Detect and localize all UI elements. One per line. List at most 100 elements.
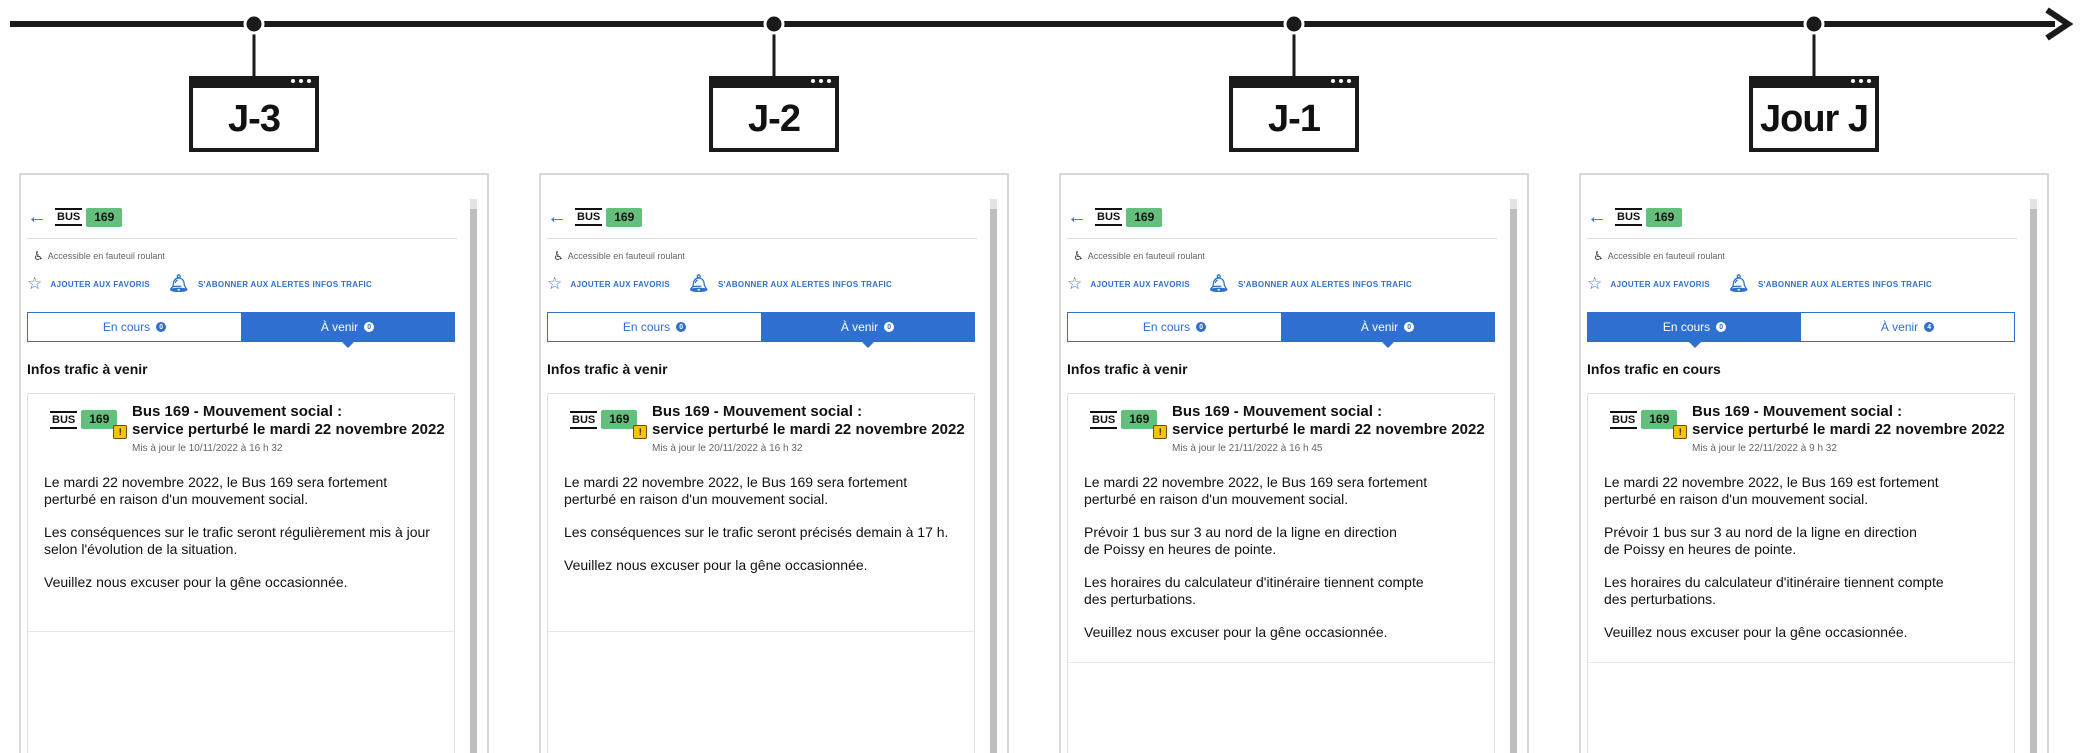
scrollbar-thumb[interactable] (2030, 209, 2037, 753)
tab-en-cours[interactable]: En cours 0 (548, 313, 761, 341)
traffic-tabs: En cours 0 À venir 0 (547, 312, 975, 348)
card-line-badges: BUS 169! (1604, 410, 1688, 439)
divider (27, 238, 457, 239)
tab-en-cours[interactable]: En cours 0 (1588, 313, 1801, 348)
tab-a-venir[interactable]: À venir 0 (241, 313, 454, 348)
stage-label-text: Jour J (1759, 97, 1869, 140)
traffic-alert-card[interactable]: BUS 169! Bus 169 - Mouvement social : serv… (27, 393, 455, 753)
tab-count-badge: 4 (1924, 322, 1935, 332)
tab-a-venir[interactable]: À venir 0 (1281, 313, 1494, 348)
timeline-marker (1283, 13, 1305, 35)
arrow-left-icon[interactable]: ← (27, 207, 49, 227)
card-paragraph: Veuillez nous excuser pour la gêne occas… (44, 574, 348, 590)
line-actions: ☆ AJOUTER AUX FAVORIS 🔔︎ S'ABONNER AUX ALER… (1067, 275, 1430, 292)
traffic-alert-card[interactable]: BUS 169! Bus 169 - Mouvement social : serv… (1067, 393, 1495, 753)
traffic-info-screen: ← BUS 169 ♿ Accessible en fauteuil roulant ☆ A… (1059, 173, 1529, 753)
line-number-badge: 169 (86, 207, 123, 227)
tab-a-venir[interactable]: À venir 4 (1801, 313, 2014, 341)
section-title: Infos trafic à venir (547, 361, 668, 377)
traffic-tabs: En cours 0 À venir 0 (27, 312, 455, 348)
bell-icon[interactable]: 🔔︎ (688, 275, 710, 292)
star-icon[interactable]: ☆ (1067, 275, 1083, 292)
scrollbar-thumb[interactable] (1510, 209, 1517, 753)
card-paragraph: Le mardi 22 novembre 2022, le Bus 169 es… (1604, 474, 1939, 507)
tab-count-badge: 0 (364, 322, 375, 332)
star-icon[interactable]: ☆ (1587, 275, 1603, 292)
tab-label: À venir (320, 320, 359, 334)
add-favorite-button[interactable]: AJOUTER AUX FAVORIS (1611, 280, 1711, 289)
alert-updated-time: Mis à jour le 22/11/2022 à 9 h 32 (1692, 443, 1837, 454)
card-paragraph: Le mardi 22 novembre 2022, le Bus 169 se… (1084, 474, 1428, 507)
traffic-alert-card[interactable]: BUS 169! Bus 169 - Mouvement social : serv… (1587, 393, 2015, 753)
scrollbar[interactable] (2030, 199, 2037, 753)
tab-label: À venir (1880, 320, 1919, 334)
warning-icon: ! (633, 425, 648, 439)
alert-body: Le mardi 22 novembre 2022, le Bus 169 se… (1084, 474, 1484, 657)
tab-en-cours[interactable]: En cours 0 (1068, 313, 1281, 341)
add-favorite-button[interactable]: AJOUTER AUX FAVORIS (571, 280, 671, 289)
divider (548, 631, 974, 632)
divider (1588, 662, 2014, 663)
star-icon[interactable]: ☆ (27, 275, 43, 292)
line-header: ← BUS 169 (1587, 205, 2017, 229)
tab-label: À venir (840, 320, 879, 334)
timeline-marker (243, 13, 265, 35)
subscribe-alerts-button[interactable]: S'ABONNER AUX ALERTES INFOS TRAFIC (198, 280, 372, 289)
subscribe-alerts-button[interactable]: S'ABONNER AUX ALERTES INFOS TRAFIC (1758, 280, 1932, 289)
accessibility-info: ♿ Accessible en fauteuil roulant (1073, 249, 1205, 263)
tab-en-cours[interactable]: En cours 0 (28, 313, 241, 341)
bell-icon[interactable]: 🔔︎ (168, 275, 190, 292)
traffic-info-screen: ← BUS 169 ♿ Accessible en fauteuil roulant ☆ A… (539, 173, 1009, 753)
line-header: ← BUS 169 (1067, 205, 1497, 229)
scrollbar-thumb[interactable] (470, 209, 477, 753)
card-paragraph: Prévoir 1 bus sur 3 au nord de la ligne … (1604, 524, 1917, 557)
tab-label: En cours (1662, 320, 1711, 334)
stage-label: J-3 (189, 76, 319, 152)
tab-label: À venir (1360, 320, 1399, 334)
divider (547, 238, 977, 239)
subscribe-alerts-button[interactable]: S'ABONNER AUX ALERTES INFOS TRAFIC (718, 280, 892, 289)
wheelchair-icon: ♿ (553, 249, 564, 263)
traffic-tabs: En cours 0 À venir 4 (1587, 312, 2015, 348)
arrow-left-icon[interactable]: ← (1067, 207, 1089, 227)
accessibility-label: Accessible en fauteuil roulant (567, 251, 685, 261)
scrollbar-thumb[interactable] (990, 209, 997, 753)
add-favorite-button[interactable]: AJOUTER AUX FAVORIS (1091, 280, 1191, 289)
bus-mode-badge: BUS (570, 410, 598, 429)
card-line-badges: BUS 169! (44, 410, 128, 439)
scrollbar[interactable] (990, 199, 997, 753)
add-favorite-button[interactable]: AJOUTER AUX FAVORIS (51, 280, 151, 289)
scrollbar[interactable] (1510, 199, 1517, 753)
tab-count-badge: 0 (1404, 322, 1415, 332)
alert-title: Bus 169 - Mouvement social : service per… (1692, 403, 2005, 438)
window-dots-icon (1331, 79, 1351, 83)
window-title-bar (1749, 76, 1879, 88)
tab-count-badge: 0 (884, 322, 895, 332)
tab-count-badge: 0 (676, 322, 687, 332)
stage-label-text: J-2 (748, 97, 801, 140)
accessibility-info: ♿ Accessible en fauteuil roulant (553, 249, 685, 263)
traffic-alert-card[interactable]: BUS 169! Bus 169 - Mouvement social : serv… (547, 393, 975, 753)
accessibility-info: ♿ Accessible en fauteuil roulant (33, 249, 165, 263)
warning-icon: ! (1153, 425, 1168, 439)
card-paragraph: Veuillez nous excuser pour la gêne occas… (564, 557, 868, 573)
line-number-badge: 169! (81, 410, 128, 439)
divider (28, 631, 454, 632)
scrollbar[interactable] (470, 199, 477, 753)
bus-mode-badge: BUS (1095, 208, 1123, 226)
tab-label: En cours (102, 320, 151, 334)
arrow-left-icon[interactable]: ← (1587, 207, 1609, 227)
bell-icon[interactable]: 🔔︎ (1208, 275, 1230, 292)
timeline-marker (763, 13, 785, 35)
bell-icon[interactable]: 🔔︎ (1728, 275, 1750, 292)
stage-label: J-1 (1229, 76, 1359, 152)
card-paragraph: Le mardi 22 novembre 2022, le Bus 169 se… (564, 474, 908, 507)
star-icon[interactable]: ☆ (547, 275, 563, 292)
card-paragraph: Les horaires du calculateur d'itinéraire… (1084, 574, 1424, 607)
alert-title: Bus 169 - Mouvement social : service per… (652, 403, 965, 438)
tab-a-venir[interactable]: À venir 0 (761, 313, 974, 348)
divider (1068, 662, 1494, 663)
timeline-marker (1803, 13, 1825, 35)
arrow-left-icon[interactable]: ← (547, 207, 569, 227)
subscribe-alerts-button[interactable]: S'ABONNER AUX ALERTES INFOS TRAFIC (1238, 280, 1412, 289)
